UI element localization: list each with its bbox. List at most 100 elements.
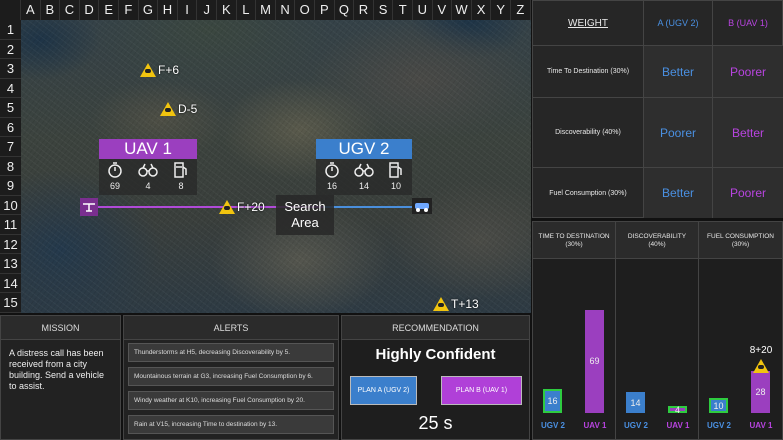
grid-column-s: S	[373, 0, 394, 20]
uav-bar: 28	[751, 371, 770, 413]
grid-row-13: 13	[0, 254, 21, 274]
fuel-annotation: 8+20	[749, 345, 773, 356]
uav-fuel-stat: 8	[169, 161, 193, 191]
bar-group-title: DISCOVERABILITY (40%)	[616, 222, 698, 259]
uav-time-value: 69	[109, 181, 120, 191]
uav-discoverability-value: 4	[145, 181, 151, 191]
grid-row-3: 3	[0, 59, 21, 79]
ugv-bar: 16	[543, 389, 562, 413]
grid-row-14: 14	[0, 273, 21, 293]
satellite-imagery	[0, 0, 531, 313]
uav-start-icon[interactable]	[80, 198, 98, 216]
plan-a-button[interactable]: PLAN A (UGV 2)	[350, 376, 417, 405]
mission-text: A distress call has been received from a…	[9, 348, 105, 391]
grid-row-1: 1	[0, 20, 21, 40]
countdown-timer: 25 s	[418, 413, 453, 433]
ugv-time-value: 16	[326, 181, 337, 191]
ugv-unit-title[interactable]: UGV 2	[316, 139, 412, 159]
discoverability-plan-b-rating: Better	[713, 98, 783, 168]
grid-row-5: 5	[0, 98, 21, 118]
grid-row-6: 6	[0, 117, 21, 137]
grid-column-l: L	[236, 0, 257, 20]
plan-b-button[interactable]: PLAN B (UAV 1)	[441, 376, 522, 405]
ugv-time-stat: 16	[320, 161, 344, 191]
ugv-discoverability-stat: 14	[352, 161, 376, 191]
map-view[interactable]: ABCDEFGHIJKLMNOPQRSTUVWXYZ 1 2 3 4 5 6 7 8 9 10 11…	[0, 0, 531, 313]
alert-item[interactable]: Rain at V15, increasing Time to destinat…	[128, 415, 334, 434]
search-area-label[interactable]: Search Area	[276, 195, 334, 235]
weather-marker[interactable]: F+20	[219, 200, 265, 214]
uav-axis-label: UAV 1	[666, 421, 690, 430]
recommendation-panel: RECOMMENDATION Highly Confident PLAN A (…	[341, 315, 530, 440]
grid-column-d: D	[79, 0, 100, 20]
alert-item[interactable]: Mountainous terrain at G3, increasing Fu…	[128, 367, 334, 386]
bar-group: TIME TO DESTINATION (30%) 16 69 UGV 2 UAV 1	[533, 222, 616, 439]
grid-column-n: N	[275, 0, 296, 20]
grid-row-2: 2	[0, 39, 21, 59]
grid-column-p: P	[315, 0, 335, 20]
grid-column-i: I	[177, 0, 198, 20]
bar-group: FUEL CONSUMPTION (30%) 10 28 UGV 2 UAV 1 8+20	[699, 222, 782, 439]
grid-row-11: 11	[0, 215, 21, 235]
binoculars-icon	[354, 163, 374, 177]
ugv-bar: 10	[709, 398, 728, 413]
grid-column-v: V	[432, 0, 453, 20]
grid-column-w: W	[452, 0, 472, 20]
grid-column-c: C	[60, 0, 80, 20]
grid-column-x: X	[471, 0, 492, 20]
comparison-table: WEIGHT A (UGV 2) B (UAV 1) Time To Desti…	[532, 0, 783, 218]
fuel-pump-icon	[174, 162, 187, 178]
ugv-bar-value: 10	[713, 400, 724, 411]
uav-unit-title[interactable]: UAV 1	[99, 139, 197, 159]
ugv-axis-label: UGV 2	[623, 421, 648, 430]
grid-row-15: 15	[0, 293, 21, 313]
grid-row-9: 9	[0, 176, 21, 196]
grid-column-u: U	[413, 0, 433, 20]
grid-row-4: 4	[0, 78, 21, 98]
grid-row-10: 10	[0, 195, 21, 215]
criterion-time: Time To Destination (30%)	[533, 46, 644, 98]
warning-icon	[219, 200, 235, 214]
bar-group: DISCOVERABILITY (40%) 14 4 UGV 2 UAV 1	[616, 222, 699, 439]
weather-marker[interactable]: F+6	[140, 63, 179, 77]
ugv-bar-value: 14	[630, 397, 641, 408]
uav-bar-value: 69	[589, 356, 600, 367]
mission-title: MISSION	[1, 316, 120, 340]
grid-column-f: F	[119, 0, 139, 20]
warning-icon	[753, 359, 769, 373]
grid-corner	[0, 0, 21, 20]
criterion-discoverability: Discoverability (40%)	[533, 98, 644, 168]
ugv-discoverability-value: 14	[358, 181, 369, 191]
uav-axis-label: UAV 1	[749, 421, 773, 430]
ugv-fuel-value: 10	[390, 181, 401, 191]
grid-column-r: R	[354, 0, 374, 20]
ugv-unit-stats: 16 14 10	[316, 159, 412, 195]
grid-row-12: 12	[0, 234, 21, 254]
ugv-route-line	[323, 206, 421, 208]
weather-marker[interactable]: T+13	[433, 297, 479, 311]
binoculars-icon	[138, 163, 158, 177]
plan-a-header: A (UGV 2)	[644, 1, 713, 46]
plan-b-header: B (UAV 1)	[713, 1, 783, 46]
uav-bar-value: 4	[674, 404, 680, 415]
fuel-plan-a-rating: Better	[644, 168, 713, 218]
grid-column-a: A	[21, 0, 41, 20]
mission-panel: MISSION A distress call has been receive…	[0, 315, 121, 440]
grid-row-8: 8	[0, 156, 21, 176]
grid-column-e: E	[99, 0, 119, 20]
grid-column-h: H	[158, 0, 178, 20]
uav-bar-value: 28	[755, 387, 766, 397]
alert-item[interactable]: Thunderstorms at H5, decreasing Discover…	[128, 343, 334, 362]
alert-item[interactable]: Windy weather at K10, increasing Fuel Co…	[128, 391, 334, 410]
uav-bar: 4	[668, 404, 687, 415]
weather-marker[interactable]: D-5	[160, 102, 197, 116]
ugv-axis-label: UGV 2	[540, 421, 565, 430]
fuel-pump-icon	[389, 162, 402, 178]
grid-column-k: K	[217, 0, 237, 20]
uav-bar: 69	[585, 309, 604, 413]
ugv-vehicle-icon[interactable]	[412, 198, 432, 214]
uav-discoverability-stat: 4	[136, 161, 160, 191]
grid-column-z: Z	[511, 0, 531, 20]
recommendation-title: RECOMMENDATION	[342, 316, 529, 340]
confidence-label: Highly Confident	[375, 346, 496, 363]
